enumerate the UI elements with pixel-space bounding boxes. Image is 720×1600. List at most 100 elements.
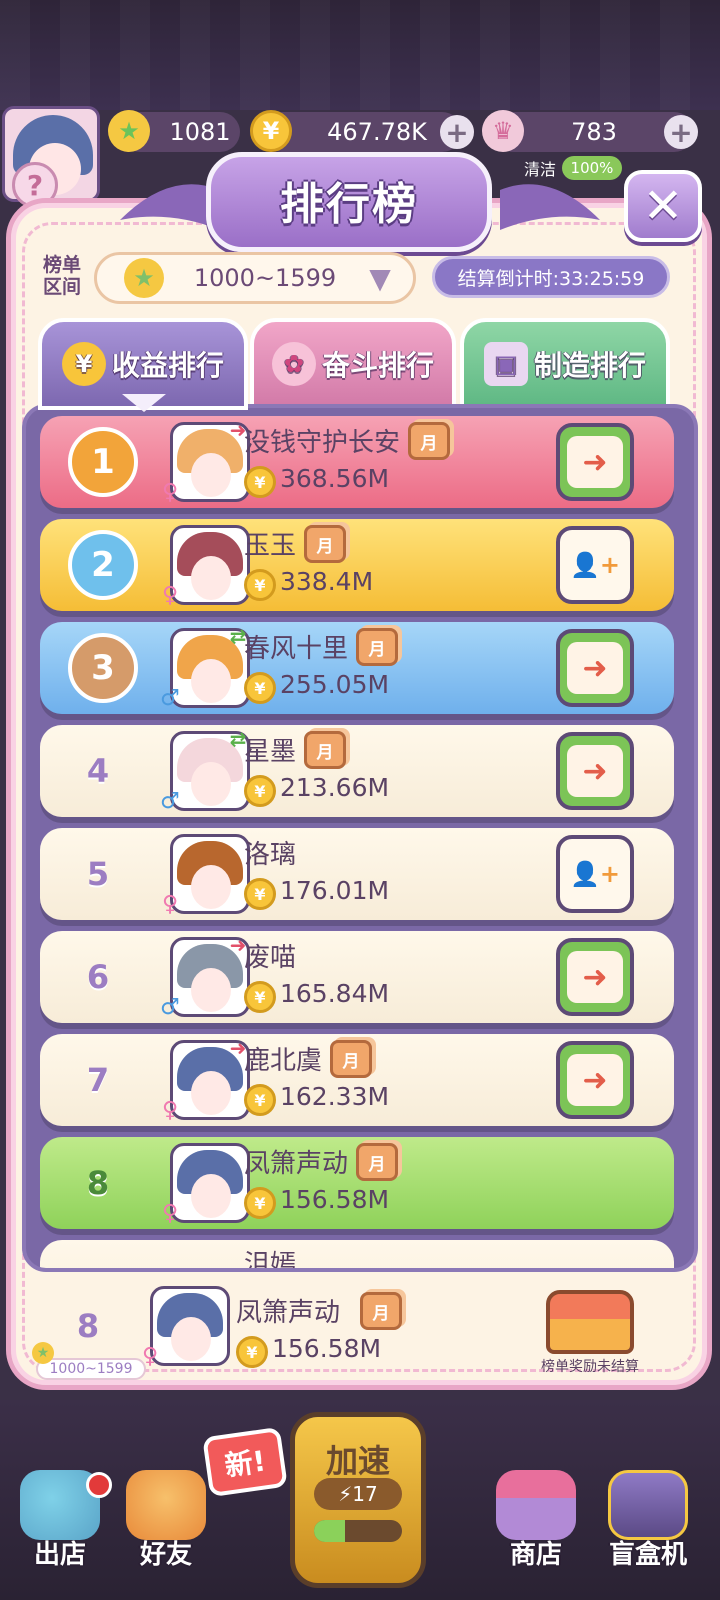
treasure-chest-icon[interactable] bbox=[546, 1290, 634, 1354]
sewing-machine-icon: ▣ bbox=[483, 342, 528, 386]
coin-icon: ¥ bbox=[244, 775, 276, 807]
nav-label: 好友 bbox=[139, 1540, 192, 1570]
coins-pill: 467.78K bbox=[262, 112, 462, 152]
player-name: 沮嫣 bbox=[244, 1250, 297, 1272]
visit-icon: ➜ bbox=[567, 951, 623, 1003]
visit-store-button[interactable]: ➜ bbox=[556, 732, 634, 810]
player-name: 废喵 bbox=[244, 943, 297, 973]
crowns-value: 783 bbox=[571, 118, 617, 146]
female-icon: ♀ bbox=[161, 1097, 179, 1123]
my-rank: 8 bbox=[76, 1307, 100, 1345]
nav-blind-box[interactable]: 盲盒机 bbox=[598, 1470, 698, 1600]
blind-box-machine-icon bbox=[608, 1470, 688, 1540]
friends-icon bbox=[126, 1470, 206, 1540]
rank-number: 7 bbox=[86, 1061, 110, 1099]
speed-label: 加速 bbox=[325, 1442, 390, 1480]
coin-icon: ¥ bbox=[61, 342, 106, 386]
reward-status: 榜单奖励未结算 bbox=[541, 1359, 639, 1375]
female-icon: ♀ bbox=[161, 891, 179, 917]
rank-medal: 1 bbox=[68, 427, 138, 497]
coin-icon: ¥ bbox=[244, 1187, 276, 1219]
my-range: 1000~1599 bbox=[36, 1358, 146, 1380]
nav-label: 盲盒机 bbox=[608, 1540, 687, 1570]
income-value: 338.4M bbox=[280, 567, 374, 596]
tab-label: 奋斗排行 bbox=[321, 349, 434, 382]
month-card-badge: 月 bbox=[356, 628, 398, 666]
range-label: 榜单区间 bbox=[42, 254, 81, 298]
add-friend-button[interactable]: 👤+ bbox=[556, 526, 634, 604]
settlement-countdown: 结算倒计时:33:25:59 bbox=[432, 256, 670, 298]
male-icon: ♂ bbox=[160, 788, 180, 814]
star-icon: ★ bbox=[32, 1342, 54, 1364]
player-name: 玉玉 bbox=[244, 531, 297, 561]
income-value: 162.33M bbox=[280, 1082, 390, 1111]
coin-icon: ¥ bbox=[244, 878, 276, 910]
month-card-badge: 月 bbox=[304, 525, 346, 563]
income-value: 165.84M bbox=[280, 979, 390, 1008]
add-friend-icon: 👤+ bbox=[570, 551, 620, 579]
nav-label: 出店 bbox=[33, 1540, 86, 1570]
active-tab-pointer bbox=[122, 394, 166, 412]
table-row[interactable] bbox=[40, 1240, 674, 1268]
coins-value: 467.78K bbox=[327, 118, 427, 146]
month-card-badge: 月 bbox=[408, 422, 450, 460]
female-icon: ♀ bbox=[161, 582, 179, 608]
rank-number: 8 bbox=[86, 1164, 110, 1202]
rank-number: 6 bbox=[86, 958, 110, 996]
coin-icon: ¥ bbox=[244, 466, 276, 498]
rank-medal: 2 bbox=[68, 530, 138, 600]
male-icon: ♂ bbox=[160, 994, 180, 1020]
add-crowns-button[interactable]: + bbox=[664, 115, 698, 149]
visit-store-button[interactable]: ➜ bbox=[556, 629, 634, 707]
coin-icon: ¥ bbox=[244, 569, 276, 601]
nav-label: 商店 bbox=[509, 1540, 562, 1570]
month-card-badge: 月 bbox=[356, 1143, 398, 1181]
tab-label: 制造排行 bbox=[533, 349, 646, 382]
coin-icon: ¥ bbox=[244, 672, 276, 704]
male-icon: ♂ bbox=[160, 685, 180, 711]
income-value: 368.56M bbox=[280, 464, 390, 493]
new-badge: 新! bbox=[202, 1426, 288, 1498]
coin-icon: ¥ bbox=[244, 1084, 276, 1116]
close-button[interactable]: ✕ bbox=[624, 170, 702, 242]
add-friend-button[interactable]: 👤+ bbox=[556, 835, 634, 913]
nav-shop[interactable]: 商店 bbox=[486, 1470, 586, 1600]
visit-store-button[interactable]: ➜ bbox=[556, 938, 634, 1016]
income-value: 213.66M bbox=[280, 773, 390, 802]
add-friend-icon: 👤+ bbox=[570, 860, 620, 888]
my-value: 156.58M bbox=[272, 1334, 382, 1363]
chevron-down-icon[interactable]: ▼ bbox=[362, 262, 398, 295]
visit-icon: ➜ bbox=[567, 1054, 623, 1106]
month-card-badge: 月 bbox=[304, 731, 346, 769]
tab-effort-rank[interactable]: ✿ 奋斗排行 bbox=[250, 318, 456, 410]
female-icon: ♀ bbox=[161, 1200, 179, 1226]
speed-count: ⚡ 17 bbox=[314, 1478, 402, 1510]
income-value: 176.01M bbox=[280, 876, 390, 905]
bow-icon: ✿ bbox=[271, 342, 316, 386]
month-card-badge: 月 bbox=[360, 1292, 402, 1330]
my-name: 凤箫声动 bbox=[236, 1298, 341, 1328]
crown-icon: ♛ bbox=[482, 110, 524, 152]
player-name: 春风十里 bbox=[244, 634, 349, 664]
panel-title: 排行榜 bbox=[280, 179, 418, 230]
ranking-list[interactable]: 1 ♀ ➜ 没钱守护长安月 ¥368.56M ➜ 2 ♀ 玉玉月 ¥338.4M 👤+ 3 ♂ ⇄ 春风十里… bbox=[22, 404, 698, 1272]
visit-store-button[interactable]: ➜ bbox=[556, 423, 634, 501]
player-name: 没钱守护长安 bbox=[244, 428, 401, 458]
range-value: 1000~1599 bbox=[193, 264, 337, 292]
tab-label: 收益排行 bbox=[111, 349, 224, 382]
visit-store-button[interactable]: ➜ bbox=[556, 1041, 634, 1119]
month-card-badge: 月 bbox=[330, 1040, 372, 1078]
add-coins-button[interactable]: + bbox=[440, 115, 474, 149]
visit-icon: ➜ bbox=[567, 642, 623, 694]
player-name: 鹿北虞 bbox=[244, 1046, 323, 1076]
player-name: 洛璃 bbox=[244, 840, 297, 870]
coin-icon: ¥ bbox=[236, 1336, 268, 1368]
nav-friends[interactable]: 好友 bbox=[116, 1470, 216, 1600]
coin-icon: ¥ bbox=[244, 981, 276, 1013]
coin-icon: ¥ bbox=[250, 110, 292, 152]
star-icon: ★ bbox=[108, 110, 150, 152]
speed-progress-fill bbox=[314, 1520, 345, 1542]
visit-icon: ➜ bbox=[567, 436, 623, 488]
tab-craft-rank[interactable]: ▣ 制造排行 bbox=[460, 318, 670, 410]
rank-number: 5 bbox=[86, 855, 110, 893]
